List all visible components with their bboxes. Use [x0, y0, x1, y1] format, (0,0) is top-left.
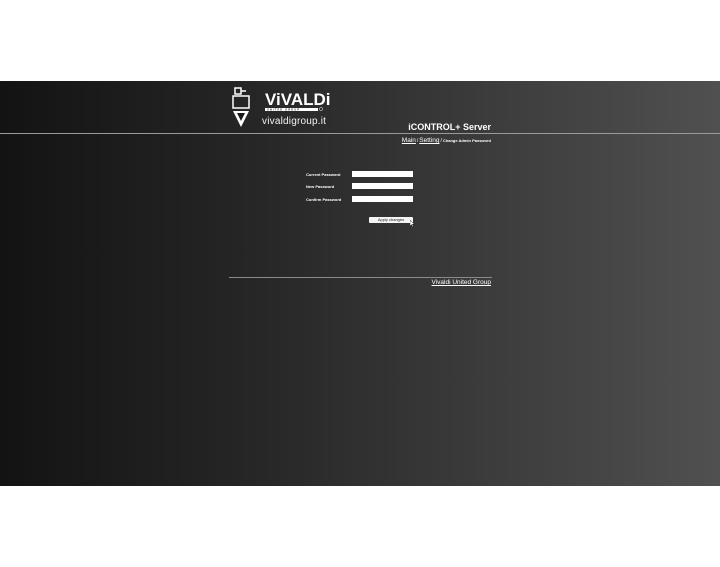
- footer-link-vivaldi[interactable]: Vivaldi United Group: [432, 279, 492, 286]
- brand-url: vivaldigroup.it: [262, 116, 327, 127]
- logo-wordmark: ViVALDi: [265, 90, 331, 109]
- new-password-label: New Password: [306, 184, 335, 189]
- logo-tagline: UNITED GROUP: [267, 108, 300, 112]
- breadcrumb-current: Change Admin Password: [442, 138, 491, 143]
- current-password-input[interactable]: [352, 171, 413, 177]
- header-divider: [0, 133, 720, 134]
- footer-divider: [229, 277, 492, 278]
- confirm-password-input[interactable]: [352, 196, 413, 202]
- breadcrumb-separator: /: [440, 138, 442, 144]
- new-password-input[interactable]: [352, 183, 413, 189]
- current-password-label: Current Password: [306, 172, 341, 177]
- app-screen: ViVALDi UNITED GROUP vivaldigroup.it iCO…: [0, 81, 720, 486]
- page-title: iCONTROL+ Server: [408, 122, 491, 132]
- breadcrumb-link-setting[interactable]: Setting: [419, 137, 439, 144]
- apply-changes-button[interactable]: Apply changes: [369, 217, 413, 223]
- mouse-cursor-icon: [410, 220, 415, 227]
- breadcrumb: Main/Setting/Change Admin Password: [402, 137, 491, 144]
- breadcrumb-link-main[interactable]: Main: [402, 137, 416, 144]
- confirm-password-label: Confirm Password: [306, 197, 342, 202]
